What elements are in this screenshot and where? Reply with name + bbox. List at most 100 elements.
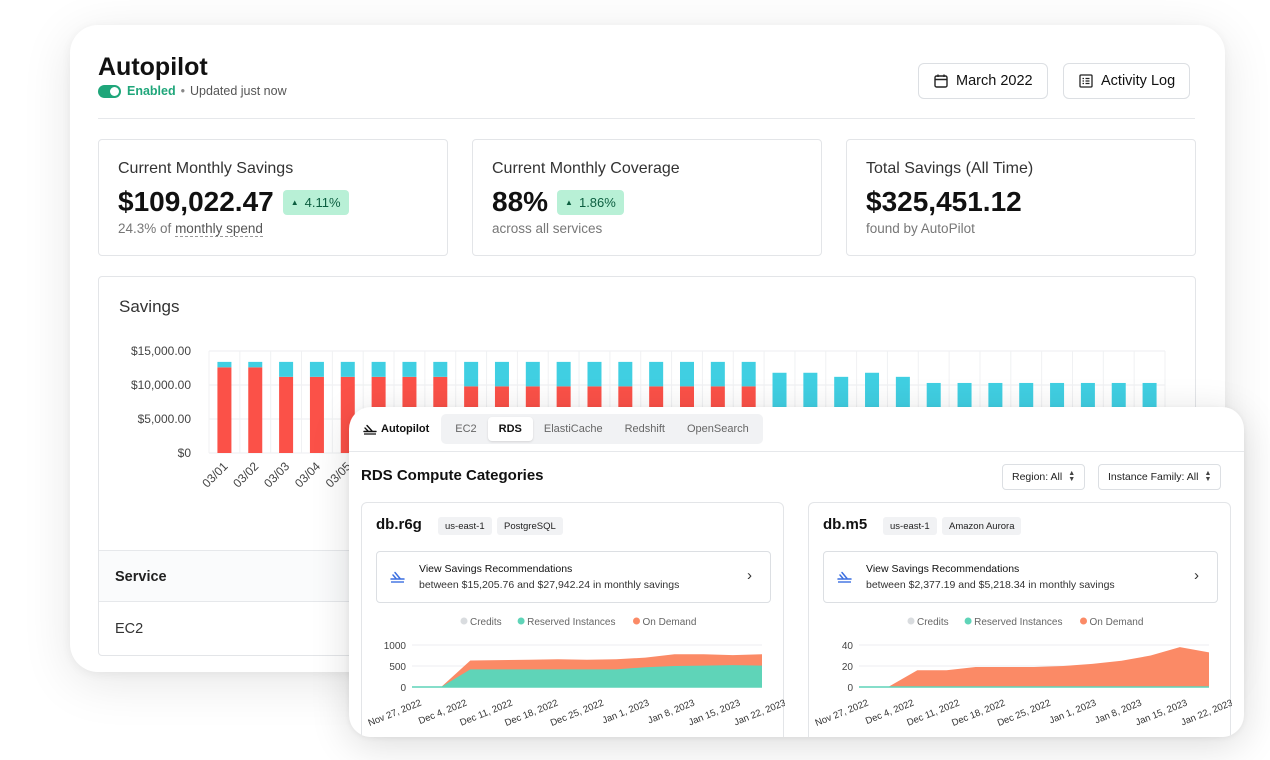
select-arrows-icon: ▲ ▼ [1204,470,1212,483]
savings-recommendations-link[interactable]: View Savings Recommendations between $2,… [823,551,1218,603]
instance-card-db-m5: db.m5 us-east-1 Amazon Aurora View Savin… [808,502,1232,737]
list-icon [1079,74,1093,88]
recommendation-title: View Savings Recommendations [419,563,573,575]
tab-rds[interactable]: RDS [487,417,533,441]
card-value-row: $109,022.47 ▲ 4.11% [118,186,349,218]
header-divider [98,118,1195,119]
y-tick-label: 500 [389,662,406,673]
up-arrow-icon: ▲ [290,197,299,207]
change-badge: ▲ 1.86% [557,189,624,215]
usage-area-chart: Credits Reserved Instances On Demand 0 500 10… [367,617,785,729]
x-tick-label: Jan 1, 2023 [1048,698,1098,727]
legend-label: On Demand [1090,617,1144,628]
instance-family-select[interactable]: Instance Family: All ▲ ▼ [1098,464,1222,490]
status-row: Enabled • Updated just now [98,84,287,98]
card-value: $325,451.12 [866,186,1022,217]
section-title: RDS Compute Categories [361,467,544,484]
status-enabled-label: Enabled [127,84,176,98]
bar-segment [649,361,664,387]
y-tick-label: $5,000.00 [138,412,192,426]
y-tick-label: 40 [842,641,854,652]
plane-icon [390,571,405,583]
chevron-right-icon: › [1194,567,1199,584]
bar-segment [556,361,571,387]
service-tabs: EC2 RDS ElastiCache Redshift OpenSearch [441,414,763,444]
change-badge: ▲ 4.11% [282,189,349,215]
select-arrows-icon: ▲ ▼ [1068,470,1076,483]
chevron-right-icon: › [747,567,752,584]
engine-tag: Amazon Aurora [942,517,1022,535]
date-picker-label: March 2022 [956,73,1033,89]
recommendation-range: between $2,377.19 and $5,218.34 in month… [866,579,1115,591]
y-tick-label: 0 [847,683,853,694]
legend-label: Reserved Instances [527,617,615,628]
bar-segment [279,376,294,453]
region-tag: us-east-1 [438,517,492,535]
date-picker-button[interactable]: March 2022 [918,63,1048,99]
legend-swatch [1080,617,1087,625]
x-tick-label: 03/03 [261,459,292,490]
brand: Autopilot [359,423,429,435]
bar-segment [371,361,386,377]
card-value-row: 88% ▲ 1.86% [492,186,624,218]
plane-icon [363,424,377,435]
card-label: Current Monthly Savings [118,160,294,177]
separator-dot: • [180,84,186,98]
bar-segment [680,361,694,387]
card-value: 88% [492,186,549,217]
brand-label: Autopilot [381,423,430,435]
bar-segment [710,361,725,387]
bar-segment [309,376,324,453]
bar-segment [433,361,448,377]
bar-segment [402,361,417,377]
legend-swatch [907,617,915,625]
savings-recommendations-link[interactable]: View Savings Recommendations between $15… [376,551,771,603]
activity-log-button[interactable]: Activity Log [1063,63,1191,99]
bar-segment [464,361,479,387]
instance-family-value: Instance Family: All [1108,471,1199,483]
rds-compute-window: Autopilot EC2 RDS ElastiCache Redshift O… [349,407,1244,737]
service-tabs-bar: Autopilot EC2 RDS ElastiCache Redshift O… [359,414,763,444]
bar-segment [494,361,509,387]
legend-label: Reserved Instances [974,617,1062,628]
tab-opensearch[interactable]: OpenSearch [676,417,760,441]
bar-segment [587,361,602,387]
legend-label: Credits [470,617,502,628]
engine-tag: PostgreSQL [497,517,563,535]
card-subtext: found by AutoPilot [866,221,975,236]
subtext-prefix: 24.3% of [118,221,172,236]
card-value-row: $325,451.12 [866,186,1022,218]
region-select[interactable]: Region: All ▲ ▼ [1002,464,1086,490]
monthly-coverage-card: Current Monthly Coverage 88% ▲ 1.86% acro… [472,139,822,256]
card-subtext: 24.3% of monthly spend [118,221,263,237]
instance-name: db.r6g [376,516,422,533]
tab-ec2[interactable]: EC2 [444,417,487,441]
legend-label: On Demand [643,617,697,628]
usage-area-chart: Credits Reserved Instances On Demand 0 20 40 N… [814,617,1232,729]
column-header-service[interactable]: Service [115,569,167,585]
legend-label: Credits [917,617,949,628]
card-label: Total Savings (All Time) [866,160,1034,177]
x-tick-label: 03/04 [292,459,323,490]
monthly-spend-link[interactable]: monthly spend [175,221,263,237]
autopilot-toggle[interactable] [98,84,121,98]
bar-segment [248,367,263,453]
y-tick-label: 1000 [384,641,407,652]
y-tick-label: 0 [400,683,406,694]
bar-segment [618,361,633,387]
up-arrow-icon: ▲ [565,197,573,207]
updated-label: Updated just now [190,84,287,98]
change-value: 4.11% [304,194,341,210]
bar-segment [340,361,355,377]
bar-segment [248,361,263,368]
instance-card-db-r6g: db.r6g us-east-1 PostgreSQL View Savings… [361,502,785,737]
x-tick-label: 03/02 [230,459,261,490]
y-tick-label: $0 [178,446,192,460]
card-subtext: across all services [492,221,603,236]
bar-segment [525,361,540,387]
recommendation-range: between $15,205.76 and $27,942.24 in mon… [419,579,680,591]
tab-elasticache[interactable]: ElastiCache [533,417,614,441]
y-tick-label: $15,000.00 [131,344,191,358]
bar-segment [279,361,294,377]
tab-redshift[interactable]: Redshift [614,417,676,441]
